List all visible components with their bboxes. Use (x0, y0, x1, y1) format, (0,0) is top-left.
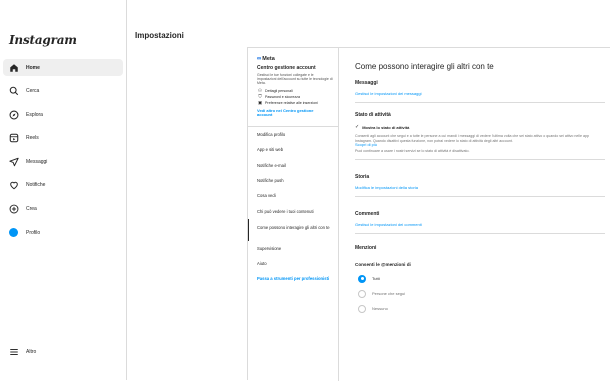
sidebar-item-label: Cerca (26, 88, 40, 95)
menu-item-who-can-see[interactable]: Chi può vedere i tuoi contenuti (248, 204, 338, 219)
send-icon (8, 156, 19, 167)
meta-infinity-icon: ∞ (257, 56, 262, 62)
radio-option-all[interactable]: Tutti (358, 271, 605, 286)
accounts-center-desc: Gestisci le tue funzioni collegate e le … (257, 73, 333, 86)
mentions-radio-group: Tutti Persone che segui Nessuno (355, 271, 605, 316)
sidebar-item-label: Reels (26, 135, 39, 142)
sidebar-item-reels[interactable]: Reels (3, 130, 123, 147)
menu-item-edit-profile[interactable]: Modifica profilo (248, 127, 338, 142)
settings-card: ∞ Meta Centro gestione account Gestisci … (247, 47, 610, 381)
section-title: Commenti (355, 211, 380, 218)
settings-content: Come possono interagire gli altri con te… (355, 48, 605, 316)
menu-item-apps[interactable]: App e siti web (248, 142, 338, 157)
accounts-center-box: ∞ Meta Centro gestione account Gestisci … (248, 48, 339, 118)
meta-item-ads[interactable]: ▣ Preferenze relative alle inserzioni (257, 100, 339, 106)
accounts-center-list: ⚇ Dettagli personali ⛉ Password e sicure… (257, 87, 339, 106)
radio-option-following[interactable]: Persone che segui (358, 286, 605, 301)
section-title: Stato di attività (355, 112, 391, 118)
compass-icon (8, 109, 19, 120)
sidebar-item-label: Esplora (26, 111, 43, 118)
search-icon (8, 86, 19, 97)
hamburger-icon (8, 346, 19, 357)
sidebar-item-crea[interactable]: Crea (3, 201, 123, 218)
sidebar-item-messaggi[interactable]: Messaggi (3, 153, 123, 170)
sidebar-item-home[interactable]: Home (3, 59, 123, 76)
section-title: Storia (355, 174, 370, 181)
menu-item-supervision[interactable]: Supervisione (248, 241, 338, 256)
mentions-subtitle: Consenti le @menzioni di (355, 262, 411, 268)
home-icon (8, 62, 19, 73)
sidebar-item-label: Profilo (26, 229, 41, 236)
activity-status-checkbox[interactable]: ✓ Mostra lo stato di attività (355, 124, 605, 130)
content-title: Come possono interagire gli altri con te (355, 62, 494, 71)
sidebar-item-esplora[interactable]: Esplora (3, 106, 123, 123)
person-icon: ⚇ (257, 87, 263, 93)
instagram-logo[interactable]: Instagram (9, 33, 77, 47)
sidebar-nav: Home Cerca Esplora Reels Messaggi Notifi… (3, 59, 123, 248)
radio-button[interactable] (358, 304, 366, 313)
ad-icon: ▣ (257, 100, 263, 106)
section-story: Storia Modifica le impostazioni della st… (355, 174, 605, 198)
plus-icon (8, 204, 19, 215)
avatar (8, 227, 19, 238)
sidebar-item-cerca[interactable]: Cerca (3, 83, 123, 100)
heart-icon (8, 180, 19, 191)
section-comments: Commenti Gestisci le impostazioni dei co… (355, 211, 605, 235)
sidebar-item-label: Messaggi (26, 158, 48, 165)
sidebar-item-label: Home (26, 64, 40, 71)
meta-logo: ∞ Meta (257, 56, 275, 62)
manage-messages-link[interactable]: Gestisci le impostazioni dei messaggi (355, 91, 605, 96)
section-title: Messaggi (355, 80, 378, 86)
menu-item-email-notifications[interactable]: Notifiche e-mail (248, 158, 338, 173)
settings-menu: Modifica profilo App e siti web Notifich… (248, 126, 338, 293)
menu-item-help[interactable]: Aiuto (248, 256, 338, 271)
story-settings-link[interactable]: Modifica le impostazioni della storia (355, 185, 605, 190)
more-button[interactable]: Altro (8, 346, 36, 357)
menu-item-interactions[interactable]: Come possono interagire gli altri con te (248, 218, 338, 241)
sidebar: Instagram Home Cerca Esplora Reels Messa… (0, 0, 127, 380)
radio-button[interactable] (358, 289, 366, 298)
learn-more-link[interactable]: Scopri di più (355, 142, 377, 147)
radio-option-none[interactable]: Nessuno (358, 301, 605, 316)
sidebar-item-label: Notifiche (26, 182, 46, 189)
section-title: Menzioni (355, 245, 377, 252)
sidebar-item-label: Crea (26, 206, 37, 213)
section-mentions: Menzioni Consenti le @menzioni di Tutti … (355, 245, 605, 316)
sidebar-item-notifiche[interactable]: Notifiche (3, 177, 123, 194)
meta-item-personal[interactable]: ⚇ Dettagli personali (257, 87, 339, 93)
section-activity-status: Stato di attività ✓ Mostra lo stato di a… (355, 112, 605, 161)
activity-status-desc: Consenti agli account che segui e a tutt… (355, 134, 590, 148)
shield-icon: ⛉ (258, 93, 262, 99)
settings-nav: ∞ Meta Centro gestione account Gestisci … (248, 48, 339, 381)
reels-icon (8, 133, 19, 144)
radio-button[interactable] (358, 274, 366, 283)
accounts-center-link[interactable]: Vedi altro nel Centro gestione account (257, 108, 327, 119)
menu-item-what-you-see[interactable]: Cosa vedi (248, 188, 338, 203)
more-label: Altro (26, 348, 37, 355)
comments-settings-link[interactable]: Gestisci le impostazioni dei commenti (355, 222, 605, 227)
check-icon: ✓ (355, 124, 360, 130)
accounts-center-title: Centro gestione account (257, 65, 316, 71)
menu-item-push-notifications[interactable]: Notifiche push (248, 173, 338, 188)
activity-status-desc2: Puoi continuare a usare i nostri servizi… (355, 148, 470, 153)
page-title: Impostazioni (135, 31, 184, 40)
sidebar-item-profilo[interactable]: Profilo (3, 224, 123, 241)
meta-item-security[interactable]: ⛉ Password e sicurezza (257, 93, 339, 99)
switch-professional-link[interactable]: Passa a strumenti per professionisti (248, 271, 338, 293)
section-messages: Messaggi Gestisci le impostazioni dei me… (355, 80, 605, 103)
